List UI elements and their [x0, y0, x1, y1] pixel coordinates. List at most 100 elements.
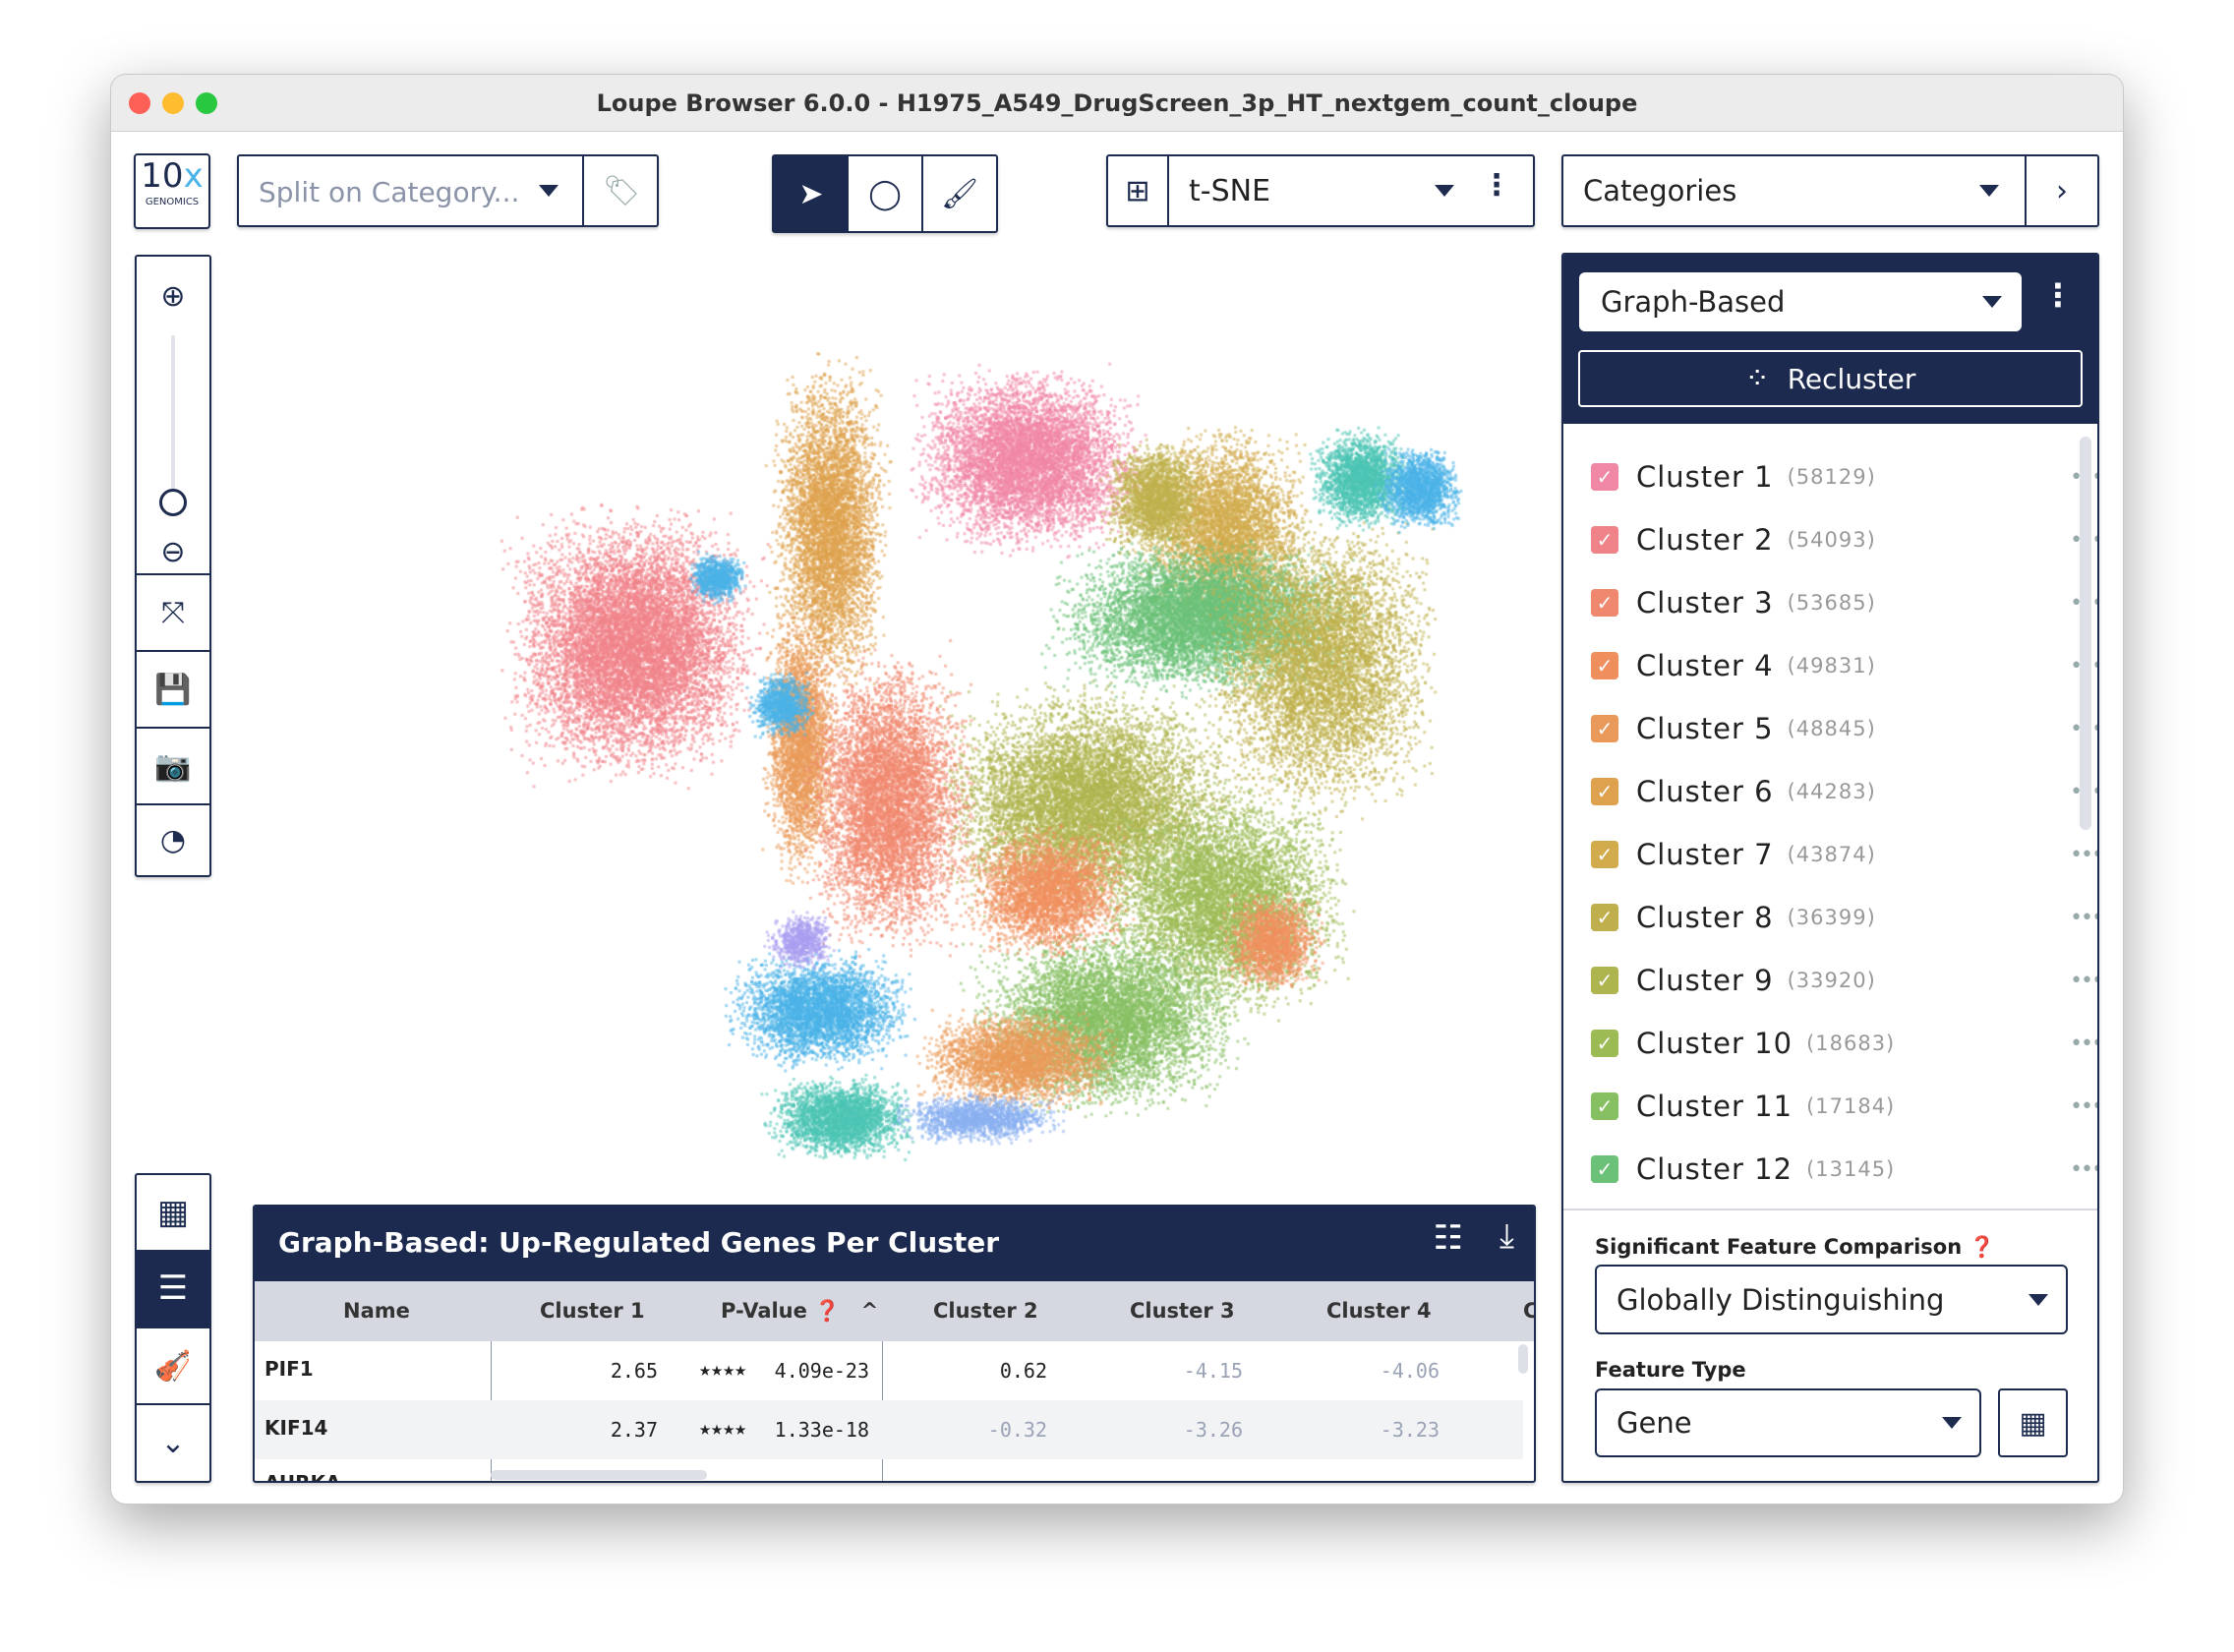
cluster-item[interactable]: ✓ Cluster 10 (18683) ••• — [1591, 1012, 2097, 1075]
camera-icon[interactable]: 📷 — [137, 727, 209, 803]
more-horizontal-icon[interactable]: ••• — [2070, 1094, 2097, 1119]
cluster-item[interactable]: ✓ Cluster 9 (33920) ••• — [1591, 949, 2097, 1012]
violin-plot-icon[interactable]: 🎻 — [137, 1327, 209, 1403]
checkbox-checked-icon[interactable]: ✓ — [1591, 904, 1618, 931]
table-header: Graph-Based: Up-Regulated Genes Per Clus… — [255, 1207, 1534, 1281]
chevron-down-icon[interactable]: ⌄ — [137, 1403, 209, 1481]
cluster-item[interactable]: ✓ Cluster 7 (43874) ••• — [1591, 823, 2097, 886]
checkbox-checked-icon[interactable]: ✓ — [1591, 715, 1618, 742]
col-cluster-5[interactable]: C — [1523, 1281, 1534, 1341]
checkbox-checked-icon[interactable]: ✓ — [1591, 589, 1618, 617]
chevron-down-icon — [1979, 185, 1999, 197]
chevron-down-icon — [2028, 1293, 2048, 1306]
checkbox-checked-icon[interactable]: ✓ — [1591, 652, 1618, 679]
app-window: Loupe Browser 6.0.0 - H1975_A549_DrugScr… — [110, 74, 2124, 1504]
chevron-right-icon[interactable]: › — [2025, 156, 2097, 225]
history-icon[interactable]: ◔ — [137, 803, 209, 875]
zoom-slider-handle[interactable] — [159, 489, 187, 516]
cluster-item[interactable]: ✓ Cluster 12 (13145) ••• — [1591, 1138, 2097, 1201]
horizontal-scrollbar[interactable] — [491, 1470, 707, 1480]
sort-asc-icon: ^ — [860, 1299, 879, 1323]
more-horizontal-icon[interactable]: ••• — [2070, 843, 2097, 867]
minimize-window-button[interactable] — [162, 92, 184, 114]
more-horizontal-icon[interactable]: ••• — [2070, 969, 2097, 993]
list-scrollbar[interactable] — [2080, 437, 2091, 830]
up-regulated-genes-table: Graph-Based: Up-Regulated Genes Per Clus… — [253, 1205, 1536, 1483]
tsne-scatter-plot[interactable] — [337, 252, 1557, 1274]
brush-tool-button[interactable]: 🖌 — [923, 156, 996, 231]
settings-sliders-icon[interactable]: ☷ — [1434, 1218, 1463, 1258]
selection-tools: ➤ ◯ 🖌 — [772, 154, 998, 233]
comparison-dropdown[interactable]: Globally Distinguishing — [1595, 1265, 2068, 1334]
more-vertical-icon[interactable]: ⋮ — [2042, 276, 2074, 314]
cluster-item[interactable]: ✓Cluster 6(44283)••• — [1591, 760, 2097, 823]
grid-view-icon[interactable]: ▦ — [137, 1175, 209, 1250]
checkbox-checked-icon[interactable]: ✓ — [1591, 1155, 1618, 1183]
cluster-item[interactable]: ✓Cluster 2(54093)••• — [1591, 508, 2097, 571]
cluster-item[interactable]: ✓Cluster 4(49831)••• — [1591, 634, 2097, 697]
col-cluster-2[interactable]: Cluster 2 — [933, 1281, 1038, 1341]
projection-icon: ⊞ — [1108, 156, 1169, 225]
checkbox-checked-icon[interactable]: ✓ — [1591, 778, 1618, 805]
col-cluster-4[interactable]: Cluster 4 — [1326, 1281, 1432, 1341]
panel-toolbar: ▦ ☰ 🎻 ⌄ — [135, 1173, 211, 1483]
cluster-item[interactable]: ✓ Cluster 8 (36399) ••• — [1591, 886, 2097, 949]
cluster-item[interactable]: ✓Cluster 5(48845)••• — [1591, 697, 2097, 760]
chevron-down-icon — [539, 185, 558, 197]
panel-dropdown[interactable]: Categories › — [1561, 154, 2099, 227]
table-title: Graph-Based: Up-Regulated Genes Per Clus… — [278, 1226, 1000, 1259]
save-icon[interactable]: 💾 — [137, 650, 209, 727]
checkbox-checked-icon[interactable]: ✓ — [1591, 967, 1618, 994]
cluster-item[interactable]: ✓Cluster 1(58129)••• — [1591, 445, 2097, 508]
cluster-dots-icon: ⁘ — [1744, 361, 1770, 396]
cluster-item[interactable]: ✓Cluster 3(53685)••• — [1591, 571, 2097, 634]
more-horizontal-icon[interactable]: ••• — [2070, 1032, 2097, 1056]
col-p-value[interactable]: P-Value ❓ ^ — [721, 1281, 878, 1341]
table-row[interactable]: PIF1 2.65 ★★★★ 4.09e-23 0.62 -4.15 -4.06 — [255, 1341, 1523, 1400]
zoom-slider[interactable] — [171, 335, 175, 493]
split-category-dropdown[interactable]: Split on Category... 🏷 — [237, 154, 659, 227]
checkbox-checked-icon[interactable]: ✓ — [1591, 1030, 1618, 1057]
col-cluster-1[interactable]: Cluster 1 — [540, 1281, 645, 1341]
table-row[interactable]: AURKA — [255, 1459, 1523, 1481]
cluster-item[interactable]: ✓ Cluster 11 (17184) ••• — [1591, 1075, 2097, 1138]
more-vertical-icon[interactable]: ⋮ — [1482, 168, 1511, 203]
zoom-out-icon[interactable]: ⊖ — [137, 522, 209, 581]
categories-panel: Graph-Based ⋮ ⁘ Recluster ✓ Cluster 1 (5812… — [1561, 253, 2099, 1483]
help-icon: ❓ — [814, 1299, 841, 1323]
checkbox-checked-icon[interactable]: ✓ — [1591, 1092, 1618, 1120]
fit-view-icon[interactable]: ⤧ — [137, 573, 209, 650]
cluster-list: ✓Cluster 1(58129)•••✓Cluster 2(54093)•••… — [1563, 424, 2097, 1210]
maximize-window-button[interactable] — [196, 92, 217, 114]
chevron-down-icon — [1435, 185, 1454, 197]
projection-dropdown[interactable]: ⊞ t-SNE ⋮ — [1106, 154, 1535, 227]
calculator-icon[interactable]: ▦ — [1998, 1388, 2068, 1457]
recluster-button[interactable]: ⁘ Recluster — [1578, 350, 2083, 407]
checkbox-checked-icon[interactable]: ✓ — [1591, 526, 1618, 554]
feature-type-dropdown[interactable]: Gene — [1595, 1388, 1981, 1457]
more-horizontal-icon[interactable]: ••• — [2070, 906, 2097, 930]
close-window-button[interactable] — [129, 92, 150, 114]
col-name[interactable]: Name — [343, 1281, 410, 1341]
tag-icon[interactable]: 🏷 — [582, 156, 659, 225]
lasso-tool-button[interactable]: ◯ — [849, 156, 923, 231]
checkbox-checked-icon[interactable]: ✓ — [1591, 841, 1618, 868]
zoom-in-icon[interactable]: ⊕ — [137, 266, 209, 325]
clustering-dropdown[interactable]: Graph-Based — [1579, 272, 2022, 331]
checkbox-checked-icon[interactable]: ✓ — [1591, 463, 1618, 491]
chevron-down-icon — [1982, 296, 2002, 308]
vertical-scrollbar[interactable] — [1518, 1344, 1528, 1374]
pointer-tool-button[interactable]: ➤ — [774, 156, 849, 231]
more-horizontal-icon[interactable]: ••• — [2070, 1157, 2097, 1182]
10x-genomics-logo: 10x GENOMICS — [134, 153, 210, 229]
window-title: Loupe Browser 6.0.0 - H1975_A549_DrugScr… — [596, 89, 1638, 117]
table-row[interactable]: KIF14 2.37 ★★★★ 1.33e-18 -0.32 -3.26 -3.… — [255, 1400, 1523, 1459]
help-icon: ❓ — [1969, 1235, 1995, 1259]
download-icon[interactable]: ⤓ — [1499, 1216, 1514, 1256]
col-cluster-3[interactable]: Cluster 3 — [1130, 1281, 1235, 1341]
column-headers: Name Cluster 1 P-Value ❓ ^ Cluster 2 Clu… — [255, 1281, 1534, 1341]
list-view-icon[interactable]: ☰ — [137, 1250, 209, 1327]
chevron-down-icon — [1942, 1417, 1962, 1429]
comparison-label: Significant Feature Comparison ❓ — [1595, 1235, 1995, 1259]
view-toolbar: ⊕ ⊖ ⤧ 💾 📷 ◔ — [135, 255, 211, 877]
